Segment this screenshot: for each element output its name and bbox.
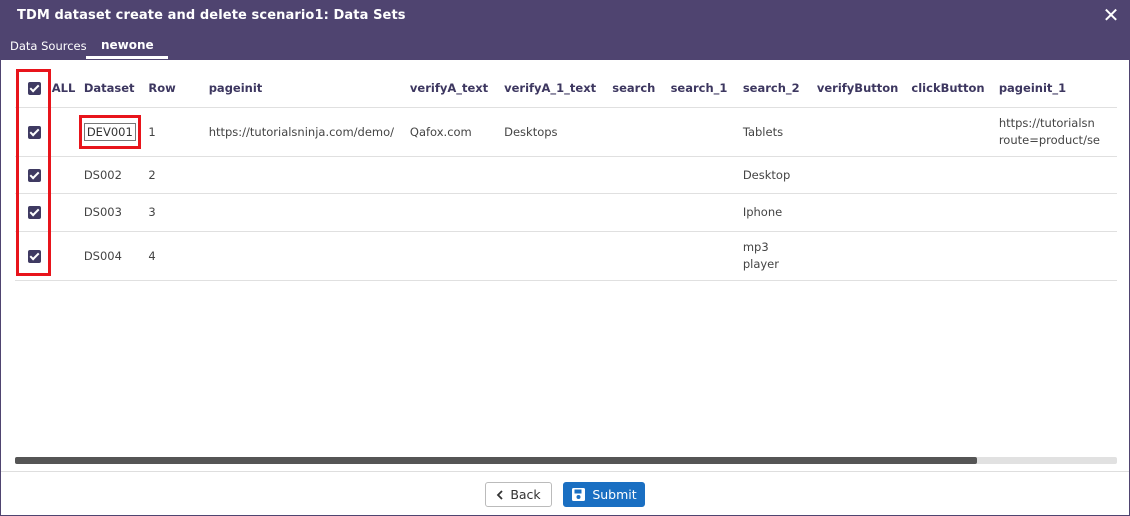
col-header-pageinit-1[interactable]: pageinit_1 xyxy=(999,69,1117,107)
table-row: DS004 4 mp3 player xyxy=(15,231,1117,280)
cell-pageinit-1[interactable]: https://tutorialsn route=product/se xyxy=(999,107,1117,156)
col-header-search-1[interactable]: search_1 xyxy=(671,69,743,107)
cell-pageinit[interactable] xyxy=(209,193,410,231)
cell-pageinit-1[interactable] xyxy=(999,193,1117,231)
cell-search[interactable] xyxy=(612,231,670,280)
cell-pageinit-1-line2: route=product/se xyxy=(998,132,1101,147)
cell-pageinit[interactable]: https://tutorialsninja.com/demo/ xyxy=(209,107,410,156)
cell-verifybutton[interactable] xyxy=(817,156,912,193)
cell-pageinit-1[interactable] xyxy=(999,156,1117,193)
cell-clickbutton[interactable] xyxy=(911,193,998,231)
cell-search-1[interactable] xyxy=(671,231,743,280)
col-header-verifya-1-text[interactable]: verifyA_1_text xyxy=(504,69,612,107)
select-all-checkbox[interactable] xyxy=(28,81,41,95)
save-icon xyxy=(571,487,586,502)
dialog-title: TDM dataset create and delete scenario1:… xyxy=(17,8,406,23)
cell-pageinit[interactable] xyxy=(209,231,410,280)
select-all-label: ALL xyxy=(51,80,76,95)
cell-search-1[interactable] xyxy=(671,107,743,156)
cell-verifybutton[interactable] xyxy=(817,193,912,231)
col-header-pageinit[interactable]: pageinit xyxy=(209,69,410,107)
chevron-left-icon xyxy=(496,489,504,500)
cell-search-1[interactable] xyxy=(671,156,743,193)
cell-search[interactable] xyxy=(612,156,670,193)
cell-search[interactable] xyxy=(612,107,670,156)
cell-verifya-text[interactable] xyxy=(410,156,504,193)
row-checkbox[interactable] xyxy=(28,168,41,182)
horizontal-scrollbar[interactable] xyxy=(15,457,1117,464)
active-tab-indicator xyxy=(86,56,168,59)
submit-button[interactable]: Submit xyxy=(563,482,645,507)
dataset-name[interactable]: DS002 xyxy=(84,156,149,193)
table-header-row: ALL Dataset Row pageinit verifyA_text ve… xyxy=(15,69,1117,107)
cell-search-2-line2: player xyxy=(742,256,779,271)
back-button[interactable]: Back xyxy=(485,482,552,507)
col-header-clickbutton[interactable]: clickButton xyxy=(911,69,998,107)
data-sets-dialog: TDM dataset create and delete scenario1:… xyxy=(0,0,1130,516)
dialog-header: TDM dataset create and delete scenario1:… xyxy=(1,1,1129,60)
cell-search-2[interactable]: Tablets xyxy=(743,107,817,156)
col-header-verifybutton[interactable]: verifyButton xyxy=(817,69,912,107)
cell-search-2[interactable]: Desktop xyxy=(743,156,817,193)
cell-verifya-1-text[interactable]: Desktops xyxy=(504,107,612,156)
cell-verifya-1-text[interactable] xyxy=(504,156,612,193)
back-button-label: Back xyxy=(510,487,541,502)
row-checkbox[interactable] xyxy=(28,206,41,219)
cell-clickbutton[interactable] xyxy=(911,156,998,193)
footer-divider xyxy=(1,471,1129,472)
cell-pageinit-1[interactable] xyxy=(999,231,1117,280)
dataset-name-input[interactable]: DEV001 xyxy=(83,122,136,141)
dataset-name[interactable]: DS004 xyxy=(84,231,149,280)
cell-search[interactable] xyxy=(612,193,670,231)
col-header-dataset[interactable]: Dataset xyxy=(84,69,149,107)
cell-verifya-1-text[interactable] xyxy=(504,231,612,280)
row-number: 2 xyxy=(148,167,156,182)
tab-newone[interactable]: newone xyxy=(101,38,154,52)
dataset-name[interactable]: DS003 xyxy=(84,193,149,231)
row-checkbox[interactable] xyxy=(28,125,41,139)
cell-pageinit[interactable] xyxy=(209,156,410,193)
table-row: DEV001 1 https://tutorialsninja.com/demo… xyxy=(15,107,1117,156)
cell-verifya-1-text[interactable] xyxy=(504,193,612,231)
cell-pageinit-1-line1: https://tutorialsn xyxy=(998,115,1095,130)
submit-button-label: Submit xyxy=(592,487,637,502)
cell-search-1[interactable] xyxy=(671,193,743,231)
cell-search-2[interactable]: mp3 player xyxy=(743,231,817,280)
tab-data-sources[interactable]: Data Sources xyxy=(10,39,87,53)
table-row: DS002 2 Desktop xyxy=(15,156,1117,193)
close-icon[interactable]: ✕ xyxy=(1102,5,1120,25)
row-checkbox[interactable] xyxy=(28,249,41,263)
cell-search-2[interactable]: Iphone xyxy=(743,193,817,231)
table-row: DS003 3 Iphone xyxy=(15,193,1117,231)
col-header-search-2[interactable]: search_2 xyxy=(743,69,817,107)
col-header-search[interactable]: search xyxy=(612,69,670,107)
col-header-row[interactable]: Row xyxy=(148,69,208,107)
cell-verifybutton[interactable] xyxy=(817,107,912,156)
cell-verifya-text[interactable]: Qafox.com xyxy=(410,107,504,156)
cell-verifya-text[interactable] xyxy=(410,231,504,280)
cell-clickbutton[interactable] xyxy=(911,107,998,156)
cell-verifybutton[interactable] xyxy=(817,231,912,280)
datasets-table-container: ALL Dataset Row pageinit verifyA_text ve… xyxy=(15,69,1117,451)
cell-search-2-line1: mp3 xyxy=(742,239,769,254)
scrollbar-thumb[interactable] xyxy=(15,457,977,464)
col-header-verifya-text[interactable]: verifyA_text xyxy=(410,69,504,107)
cell-verifya-text[interactable] xyxy=(410,193,504,231)
cell-clickbutton[interactable] xyxy=(911,231,998,280)
row-number: 4 xyxy=(148,248,156,263)
datasets-table: ALL Dataset Row pageinit verifyA_text ve… xyxy=(15,69,1117,281)
row-number: 1 xyxy=(148,124,156,139)
row-number: 3 xyxy=(148,205,156,219)
